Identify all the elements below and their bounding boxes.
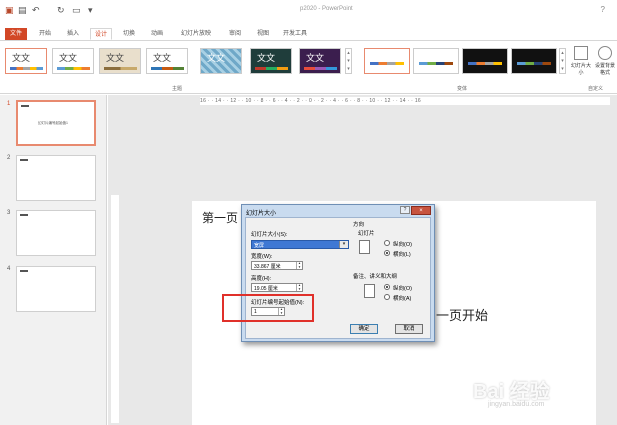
tab-transitions[interactable]: 切换 <box>118 28 140 40</box>
customize-icon[interactable]: ▾ <box>88 5 93 16</box>
variant-1[interactable] <box>364 48 410 74</box>
slide-landscape-radio[interactable] <box>384 250 390 256</box>
tab-slideshow[interactable]: 幻灯片放映 <box>176 28 216 40</box>
ribbon: 文文 文文 文文 文文 文文 文文 文文 ▴ ▾ ▾ 主题 ▴ ▾ ▾ 变体 幻灯片大小 <box>0 40 617 94</box>
slide-portrait-radio[interactable] <box>384 240 390 246</box>
height-label: 高度(H): <box>251 276 272 282</box>
title-bar: ▣ ▤ ↶ ↻ ▭ ▾ p2020 - PowerPoint ? <box>0 0 617 22</box>
powerpoint-logo-icon: ▣ <box>5 5 14 15</box>
slide-size-select[interactable]: 宽屏 ▾ <box>251 240 349 249</box>
notes-orientation-label: 备注、讲义和大纲 <box>353 274 398 280</box>
dialog-title: 幻灯片大小 <box>246 211 277 217</box>
tab-home[interactable]: 开始 <box>34 28 56 40</box>
slide-number: 4 <box>7 266 11 272</box>
annotation-highlight-box <box>222 294 314 322</box>
slide-number: 2 <box>7 155 11 161</box>
slide-text-page-start[interactable]: 一页开始 <box>436 305 488 324</box>
variant-3[interactable] <box>462 48 508 74</box>
notes-portrait-label: 纵向(O) <box>393 286 412 292</box>
slides-orientation-label: 幻灯片 <box>358 231 375 237</box>
themes-scroll[interactable]: ▴ ▾ ▾ <box>345 48 352 74</box>
slide-number: 1 <box>7 101 11 107</box>
orientation-label: 方向 <box>353 222 365 228</box>
height-input[interactable]: 19.05 厘米 ▲ ▼ <box>251 283 303 292</box>
ok-button[interactable]: 确定 <box>350 324 378 334</box>
watermark-url: jingyan.baidu.com <box>488 401 545 408</box>
vertical-ruler <box>111 195 119 423</box>
theme-office[interactable]: 文文 <box>5 48 47 74</box>
save-icon[interactable]: ▤ <box>18 5 27 16</box>
slide-thumbnail-3[interactable] <box>16 210 96 256</box>
tab-insert[interactable]: 插入 <box>62 28 84 40</box>
document-title: p2020 - PowerPoint <box>300 6 353 12</box>
slide-size-label: 幻灯片大小(S): <box>251 232 288 238</box>
horizontal-ruler: 16 · · 14 · · 12 · · 10 · · 8 · · 6 · · … <box>200 97 610 105</box>
slide-thumbnail-4[interactable] <box>16 266 96 312</box>
theme-2[interactable]: 文文 <box>52 48 94 74</box>
cancel-button[interactable]: 取消 <box>395 324 423 334</box>
slide-portrait-label: 纵向(O) <box>393 242 412 248</box>
tab-review[interactable]: 审阅 <box>224 28 246 40</box>
themes-group-label: 主题 <box>172 86 183 92</box>
slide-size-icon <box>574 46 588 60</box>
close-button[interactable]: × <box>411 206 431 215</box>
notes-landscape-label: 横向(A) <box>393 296 412 302</box>
watermark-logo: Bai 经验 <box>473 381 550 403</box>
slide-thumbnail-1[interactable]: 幻灯片编号起始值1 <box>16 100 96 146</box>
undo-icon[interactable]: ↶ <box>32 5 40 16</box>
tab-file[interactable]: 文件 <box>5 28 27 40</box>
variant-4[interactable] <box>511 48 557 74</box>
notes-landscape-radio[interactable] <box>384 294 390 300</box>
slide-size-button[interactable]: 幻灯片大小 <box>570 46 592 76</box>
notes-portrait-radio[interactable] <box>384 284 390 290</box>
variant-2[interactable] <box>413 48 459 74</box>
width-label: 宽度(W): <box>251 254 273 260</box>
redo-icon[interactable]: ↻ <box>57 5 65 16</box>
notes-portrait-icon <box>364 284 375 298</box>
variants-group-label: 变体 <box>457 86 468 92</box>
slide-text-first-page[interactable]: 第一页 <box>202 209 238 226</box>
chevron-down-icon[interactable]: ▾ <box>339 241 348 248</box>
slide-landscape-label: 横向(L) <box>393 252 411 258</box>
help-icon[interactable]: ? <box>601 5 605 14</box>
slideshow-icon[interactable]: ▭ <box>72 5 81 16</box>
slide-thumbnail-2[interactable] <box>16 155 96 201</box>
customize-group-label: 自定义 <box>588 86 604 92</box>
width-spinner[interactable]: ▲ ▼ <box>296 261 302 269</box>
theme-4[interactable]: 文文 <box>146 48 188 74</box>
tab-animations[interactable]: 动画 <box>146 28 168 40</box>
slide-number: 3 <box>7 210 11 216</box>
theme-3[interactable]: 文文 <box>99 48 141 74</box>
variants-scroll[interactable]: ▴ ▾ ▾ <box>559 48 566 74</box>
theme-6[interactable]: 文文 <box>250 48 292 74</box>
height-spinner[interactable]: ▲ ▼ <box>296 283 302 291</box>
tab-design[interactable]: 设计 <box>90 28 112 40</box>
theme-5[interactable]: 文文 <box>200 48 242 74</box>
tab-view[interactable]: 视图 <box>252 28 274 40</box>
format-background-button[interactable]: 设置背景格式 <box>594 46 616 76</box>
portrait-icon <box>359 240 370 254</box>
theme-7[interactable]: 文文 <box>299 48 341 74</box>
slide-thumbnails-pane: 1 幻灯片编号起始值1 2 3 4 <box>0 95 107 425</box>
help-button[interactable]: ? <box>400 206 410 214</box>
ribbon-tabs: 文件 开始 插入 设计 切换 动画 幻灯片放映 审阅 视图 开发工具 <box>0 28 617 40</box>
format-background-icon <box>598 46 612 60</box>
width-input[interactable]: 33.867 厘米 ▲ ▼ <box>251 261 303 270</box>
tab-developer[interactable]: 开发工具 <box>280 28 310 40</box>
